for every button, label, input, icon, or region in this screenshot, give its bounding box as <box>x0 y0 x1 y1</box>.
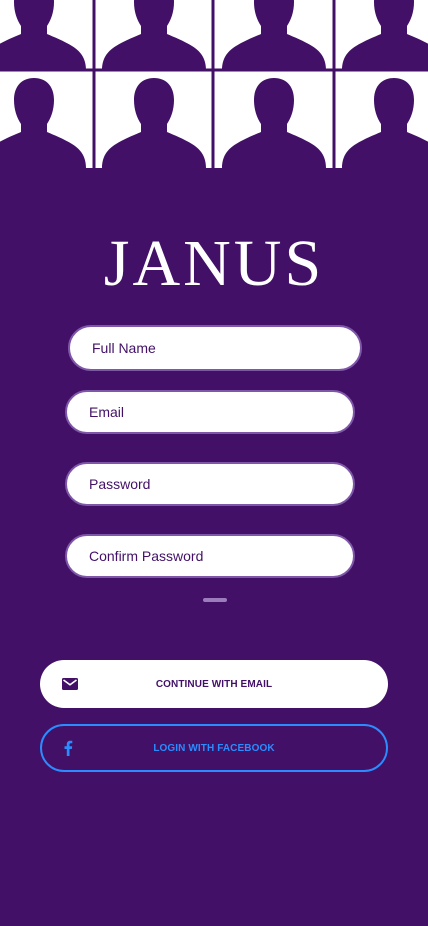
hero-silhouette-grid <box>0 0 428 168</box>
continue-with-email-button[interactable]: CONTINUE WITH EMAIL <box>40 660 388 708</box>
password-field[interactable] <box>65 462 355 506</box>
envelope-icon <box>62 678 78 690</box>
full-name-field[interactable] <box>68 325 362 371</box>
continue-with-email-label: CONTINUE WITH EMAIL <box>155 678 273 690</box>
facebook-icon <box>63 740 73 756</box>
drag-handle[interactable] <box>203 598 227 602</box>
confirm-password-field[interactable] <box>65 534 355 578</box>
email-field[interactable] <box>65 390 355 434</box>
app-logo: JANUS <box>103 227 325 300</box>
login-with-facebook-button[interactable]: LOGIN WITH FACEBOOK <box>40 724 388 772</box>
login-with-facebook-label: LOGIN WITH FACEBOOK <box>153 742 275 754</box>
